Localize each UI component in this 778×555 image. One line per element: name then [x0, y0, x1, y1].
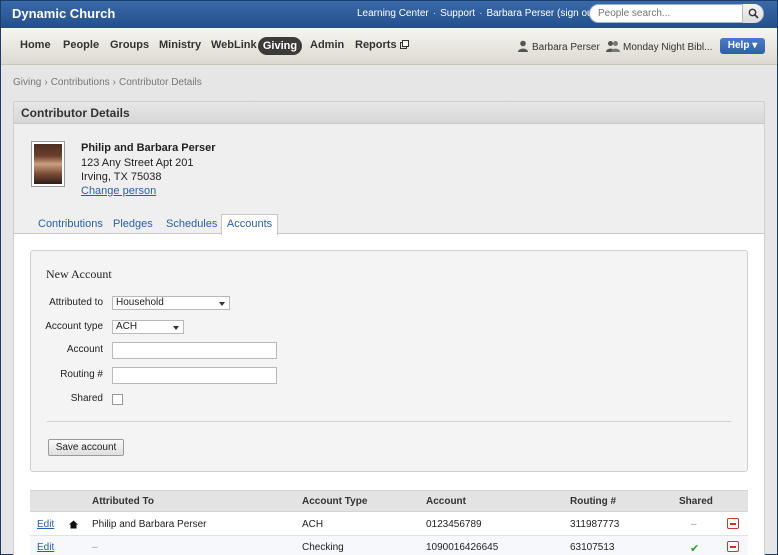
shared-checkbox[interactable] [112, 394, 123, 405]
cell-account-type: ACH [302, 519, 324, 530]
edit-link[interactable]: Edit [37, 542, 54, 553]
group-name: Monday Night Bibl... [623, 42, 713, 53]
account-input[interactable] [112, 342, 277, 359]
person-address-line1: 123 Any Street Apt 201 [81, 157, 194, 169]
top-links: Learning Center · Support · Barbara Perser (… [357, 8, 599, 19]
contributor-panel: Contributor Details Philip and Barbara P… [13, 101, 765, 555]
person-name: Philip and Barbara Perser [81, 142, 216, 154]
people-search-input[interactable] [598, 7, 738, 20]
nav-giving[interactable]: Giving [258, 37, 302, 55]
edit-link[interactable]: Edit [37, 519, 54, 530]
popout-icon [399, 40, 409, 49]
table-row: Edit Philip and Barbara Perser ACH 01234… [30, 513, 748, 536]
current-user-link[interactable]: Barbara Perser [517, 40, 600, 53]
breadcrumb: Giving › Contributions › Contributor Details [13, 77, 202, 88]
cell-account-type: Checking [302, 542, 344, 553]
nav-admin[interactable]: Admin [310, 39, 344, 51]
account-type-select[interactable]: ACH [112, 320, 184, 334]
cell-routing: 311987773 [570, 519, 620, 530]
breadcrumb-contributions[interactable]: Contributions [51, 77, 110, 88]
main-nav: Home People Groups Ministry WebLink Givi… [1, 28, 777, 65]
learning-center-link[interactable]: Learning Center [357, 8, 429, 19]
nav-groups[interactable]: Groups [110, 39, 149, 51]
routing-label: Routing # [60, 369, 103, 380]
save-account-button[interactable]: Save account [48, 439, 124, 456]
user-icon [518, 40, 528, 52]
cell-account: 1090016426645 [426, 542, 499, 553]
support-link[interactable]: Support [440, 8, 475, 19]
form-divider [47, 421, 731, 422]
col-account[interactable]: Account [426, 496, 466, 507]
shared-label: Shared [70, 393, 103, 404]
cell-shared: – [691, 519, 697, 530]
person-summary: Philip and Barbara Perser 123 Any Street… [14, 124, 764, 235]
nav-people[interactable]: People [63, 39, 99, 51]
account-label: Account [66, 344, 103, 355]
account-type-value: ACH [116, 321, 138, 332]
nav-ministry[interactable]: Ministry [159, 39, 201, 51]
app-title[interactable]: Dynamic Church [12, 6, 115, 21]
attributed-to-value: Household [116, 297, 164, 308]
col-routing[interactable]: Routing # [570, 496, 616, 507]
help-button[interactable]: Help ▾ [720, 38, 765, 54]
account-type-label: Account type [45, 321, 103, 332]
panel-title: Contributor Details [21, 106, 130, 120]
nav-home[interactable]: Home [20, 39, 51, 51]
person-address-line2: Irving, TX 75038 [81, 171, 162, 183]
table-row: Edit – Checking 1090016426645 63107513 ✔ [30, 536, 748, 555]
search-icon [748, 8, 759, 19]
current-user-name: Barbara Perser [532, 42, 600, 53]
nav-reports[interactable]: Reports [355, 39, 409, 51]
nav-weblink[interactable]: WebLink [211, 39, 257, 51]
cell-routing: 63107513 [570, 542, 615, 553]
form-title: New Account [46, 267, 112, 281]
col-account-type[interactable]: Account Type [302, 496, 367, 507]
sign-out-link[interactable]: Barbara Perser (sign out) [486, 8, 598, 19]
cell-shared: ✔ [690, 543, 700, 555]
home-icon [69, 520, 78, 529]
chevron-down-icon [173, 326, 179, 330]
change-person-link[interactable]: Change person [81, 185, 156, 197]
accounts-table-header: Attributed To Account Type Account Routi… [30, 490, 748, 512]
group-link[interactable]: Monday Night Bibl... [606, 40, 713, 53]
new-account-form: New Account Attributed to Household Acco… [30, 250, 748, 472]
search-button[interactable] [742, 4, 763, 23]
delete-button[interactable] [727, 518, 739, 529]
cell-attributed-to: – [92, 542, 98, 553]
breadcrumb-current: Contributor Details [118, 77, 202, 88]
chevron-down-icon [219, 302, 225, 306]
attributed-to-select[interactable]: Household [112, 296, 230, 310]
avatar [31, 141, 65, 187]
col-attributed-to[interactable]: Attributed To [92, 496, 154, 507]
tab-pledges[interactable]: Pledges [113, 218, 153, 230]
col-shared[interactable]: Shared [679, 496, 713, 507]
cell-attributed-to: Philip and Barbara Perser [92, 519, 207, 530]
tab-accounts[interactable]: Accounts [221, 214, 278, 235]
tab-schedules[interactable]: Schedules [166, 218, 217, 230]
panel-header: Contributor Details [14, 102, 764, 124]
nav-reports-label: Reports [355, 39, 397, 51]
routing-input[interactable] [112, 367, 277, 384]
delete-button[interactable] [727, 541, 739, 552]
breadcrumb-giving[interactable]: Giving [13, 77, 41, 88]
attributed-to-label: Attributed to [49, 297, 103, 308]
people-search [589, 4, 764, 23]
group-icon [606, 41, 620, 52]
top-bar: Dynamic Church Learning Center · Support · B… [1, 1, 777, 28]
tab-contributions[interactable]: Contributions [38, 218, 103, 230]
cell-account: 0123456789 [426, 519, 482, 530]
